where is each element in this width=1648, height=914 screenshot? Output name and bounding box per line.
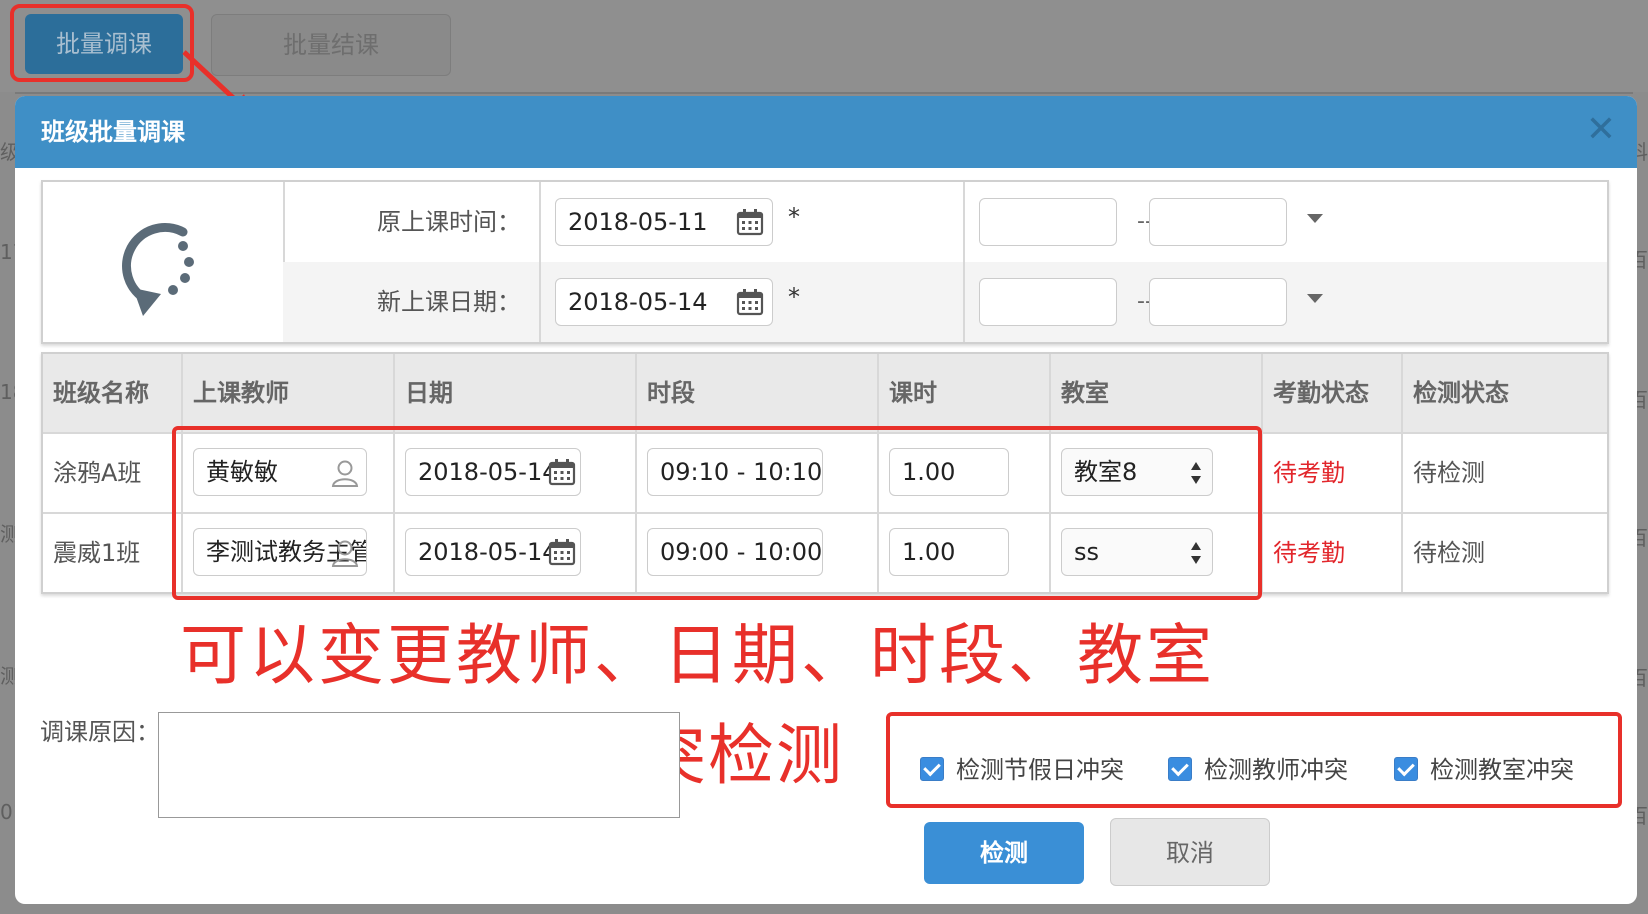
- original-date-value: 2018-05-11: [568, 208, 708, 236]
- original-time-row: 原上课时间： 2018-05-11 * --: [283, 182, 1607, 264]
- new-start-time-input[interactable]: [979, 278, 1117, 326]
- new-date-field[interactable]: 2018-05-14: [555, 278, 773, 326]
- class-name-cell: 震威1班: [43, 514, 183, 592]
- room-conflict-checkbox[interactable]: 检测教室冲突: [1394, 750, 1574, 785]
- column-header: 教室: [1051, 354, 1263, 432]
- new-date-row: 新上课日期： 2018-05-14 * --: [283, 262, 1607, 342]
- reason-textarea[interactable]: [158, 712, 680, 818]
- highlight-box-adjust-button: [10, 4, 194, 82]
- column-header: 班级名称: [43, 354, 183, 432]
- form-divider: [963, 182, 965, 262]
- checkbox-label: 检测教师冲突: [1204, 756, 1348, 784]
- new-date-value: 2018-05-14: [568, 288, 708, 316]
- column-header: 检测状态: [1413, 379, 1509, 407]
- dialog-header: 班级批量调课 ✕: [15, 96, 1637, 168]
- original-end-time-input[interactable]: [1149, 198, 1287, 246]
- new-date-label: 新上课日期：: [283, 262, 541, 342]
- column-header: 考勤状态: [1263, 354, 1403, 432]
- original-start-time-input[interactable]: [979, 198, 1117, 246]
- calendar-icon[interactable]: [736, 288, 764, 316]
- new-end-time-input[interactable]: [1149, 278, 1287, 326]
- checkbox-label: 检测教室冲突: [1430, 756, 1574, 784]
- teacher-conflict-checkbox[interactable]: 检测教师冲突: [1168, 750, 1348, 785]
- checkbox-checked-icon[interactable]: [920, 757, 944, 781]
- original-time-label: 原上课时间：: [283, 182, 541, 262]
- holiday-conflict-checkbox[interactable]: 检测节假日冲突: [920, 750, 1124, 785]
- column-header: 课时: [879, 354, 1051, 432]
- checkbox-checked-icon[interactable]: [1168, 757, 1192, 781]
- column-header: 时段: [637, 354, 879, 432]
- chevron-down-icon[interactable]: [1307, 214, 1323, 223]
- attendance-status: 待考勤: [1263, 514, 1403, 592]
- form-divider: [963, 262, 965, 342]
- background-left-edge: [0, 92, 15, 914]
- checkbox-label: 检测节假日冲突: [956, 756, 1124, 784]
- annotation-text: 可以变更教师、日期、时段、教室: [180, 617, 1215, 694]
- checkbox-checked-icon[interactable]: [1394, 757, 1418, 781]
- reason-label: 调课原因：: [40, 718, 160, 746]
- class-name-cell: 涂鸦A班: [43, 434, 183, 512]
- cancel-button[interactable]: 取消: [1110, 818, 1270, 886]
- reschedule-icon-cell: [43, 182, 285, 342]
- required-mark: *: [788, 203, 800, 231]
- close-icon[interactable]: ✕: [1581, 110, 1621, 150]
- attendance-status: 待考勤: [1263, 434, 1403, 512]
- calendar-icon[interactable]: [736, 208, 764, 236]
- dialog-title: 班级批量调课: [41, 118, 185, 146]
- original-date-field[interactable]: 2018-05-11: [555, 198, 773, 246]
- check-status: 待检测: [1413, 539, 1485, 567]
- required-mark: *: [788, 283, 800, 311]
- highlight-box-editable-fields: [172, 426, 1262, 600]
- chevron-down-icon[interactable]: [1307, 294, 1323, 303]
- check-status: 待检测: [1413, 459, 1485, 487]
- column-header: 上课教师: [183, 354, 395, 432]
- column-header: 日期: [395, 354, 637, 432]
- reschedule-icon: [122, 223, 194, 316]
- table-header: 班级名称 上课教师 日期 时段 课时 教室 考勤状态 检测状态: [43, 354, 1607, 434]
- check-button[interactable]: 检测: [924, 822, 1084, 884]
- time-form: 原上课时间： 2018-05-11 * -- 新上课日期： 2018-05-14: [41, 180, 1609, 344]
